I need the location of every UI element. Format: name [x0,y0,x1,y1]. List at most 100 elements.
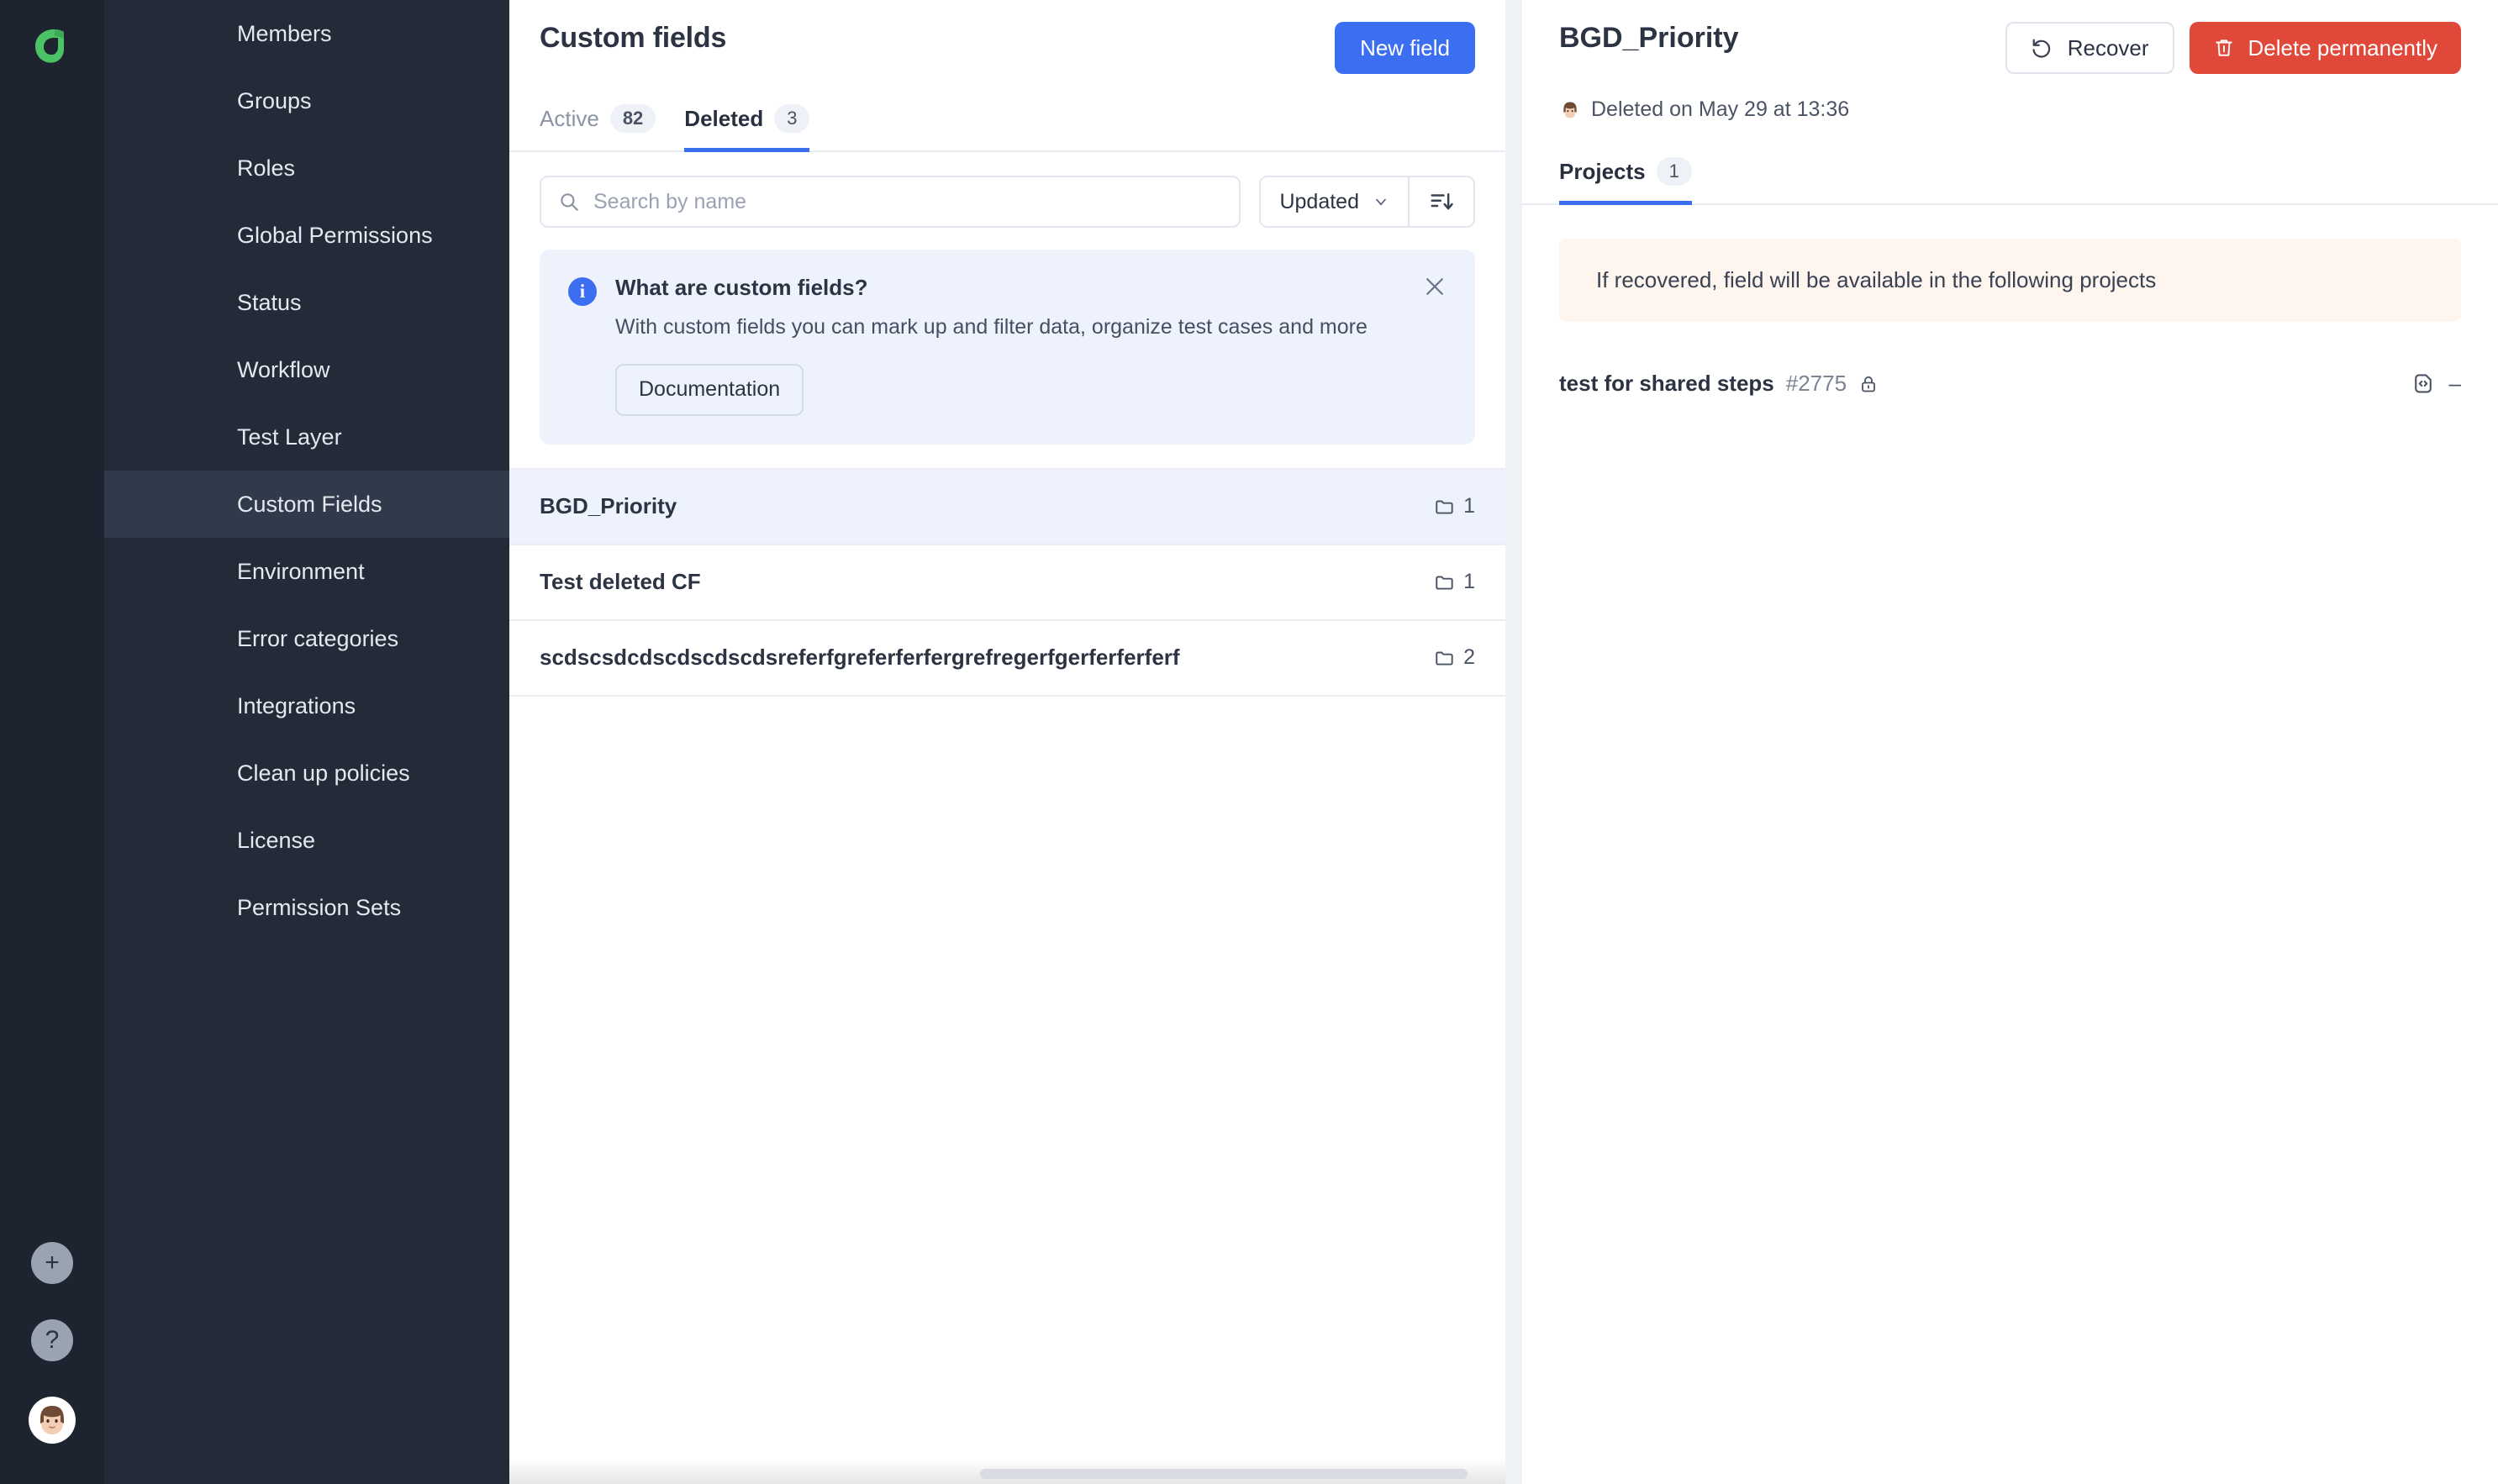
documentation-button[interactable]: Documentation [615,363,804,416]
sidebar-item-label: Roles [237,155,296,181]
sidebar-item-environment[interactable]: Environment [104,538,509,605]
app-root: + ? Members Groups Roles Global Permissi… [0,0,2498,1484]
tab-active[interactable]: Active 82 [540,104,656,152]
sidebar-item-groups[interactable]: Groups [104,67,509,134]
field-name: BGD_Priority [540,493,677,518]
settings-sidebar: Members Groups Roles Global Permissions … [104,0,509,1484]
code-field-icon [2411,371,2436,397]
info-banner-wrap: i What are custom fields? With custom fi… [509,250,1505,445]
custom-fields-panel: Custom fields New field Active 82 Delete… [509,0,1505,1484]
table-row[interactable]: Test deleted CF 1 [509,545,1505,621]
panel-header: Custom fields New field [509,0,1505,74]
folder-icon [1434,496,1456,518]
info-banner: i What are custom fields? With custom fi… [540,250,1475,445]
horizontal-scrollbar[interactable] [980,1469,1468,1479]
lock-icon [1858,374,1879,394]
list-item[interactable]: test for shared steps #2775 – [1559,371,2461,397]
detail-header: BGD_Priority Recover Delete permanently … [1522,0,2498,122]
detail-body: If recovered, field will be available in… [1522,205,2498,397]
project-name: test for shared steps [1559,371,1774,396]
detail-tab-bar: Projects 1 [1522,155,2498,205]
sidebar-item-label: Clean up policies [237,760,410,786]
search-icon [558,191,580,213]
app-logo[interactable] [25,18,79,72]
detail-title: BGD_Priority [1559,22,1739,54]
tab-deleted[interactable]: Deleted 3 [684,104,810,152]
tab-count-badge: 1 [1656,157,1692,186]
project-count: 1 [1434,494,1475,518]
avatar-icon [34,1402,71,1439]
tab-projects[interactable]: Projects 1 [1559,157,1692,205]
tab-count-badge: 82 [609,104,656,133]
folder-icon [1434,571,1456,593]
sidebar-item-roles[interactable]: Roles [104,134,509,202]
sidebar-item-label: Workflow [237,356,330,382]
delete-permanently-button[interactable]: Delete permanently [2189,22,2461,74]
sidebar-item-members[interactable]: Members [104,0,509,67]
sidebar-item-error-categories[interactable]: Error categories [104,605,509,672]
page-title: Custom fields [540,22,727,54]
logo-icon [35,29,64,63]
sidebar-item-label: Error categories [237,625,399,651]
add-icon[interactable]: + [31,1242,73,1284]
sort-select[interactable]: Updated [1261,177,1408,226]
deleted-meta-text: Deleted on May 29 at 13:36 [1591,97,1850,121]
sidebar-item-label: Integrations [237,692,356,718]
detail-title-row: BGD_Priority Recover Delete permanently [1559,22,2461,74]
sidebar-item-test-layer[interactable]: Test Layer [104,403,509,471]
sidebar-item-permission-sets[interactable]: Permission Sets [104,874,509,941]
sidebar-item-label: Environment [237,558,365,584]
sidebar-item-label: Groups [237,87,312,113]
help-icon[interactable]: ? [31,1319,73,1361]
icon-rail: + ? [0,0,104,1484]
info-banner-text: With custom fields you can mark up and f… [615,315,1368,339]
sidebar-item-label: Permission Sets [237,894,402,920]
recover-icon [2031,36,2054,60]
table-row[interactable]: BGD_Priority 1 [509,469,1505,545]
project-info: test for shared steps #2775 [1559,371,1879,397]
custom-fields-list: BGD_Priority 1 Test deleted CF 1 scdscsd… [509,467,1505,697]
search-box[interactable] [540,176,1241,228]
delete-label: Delete permanently [2248,34,2437,61]
close-icon[interactable] [1418,270,1452,303]
info-banner-title: What are custom fields? [615,275,868,300]
rail-bottom-group: + ? [0,1242,104,1444]
recover-button[interactable]: Recover [2005,22,2174,74]
project-count-value: 2 [1463,645,1475,669]
sidebar-item-status[interactable]: Status [104,269,509,336]
recover-note: If recovered, field will be available in… [1559,239,2461,322]
sidebar-item-label: Test Layer [237,424,342,450]
detail-actions: Recover Delete permanently [2005,22,2461,74]
new-field-button[interactable]: New field [1335,22,1475,74]
project-count-value: 1 [1463,494,1475,518]
info-banner-content: What are custom fields? With custom fiel… [615,275,1368,416]
sidebar-item-label: Members [237,20,332,46]
user-avatar-icon [1559,99,1581,121]
project-id: #2775 [1785,371,1847,396]
project-value-text: – [2448,371,2461,396]
sidebar-item-license[interactable]: License [104,807,509,874]
avatar-mini-icon [1563,102,1577,118]
folder-icon [1434,647,1456,669]
sort-direction-button[interactable] [1408,177,1473,226]
recover-label: Recover [2067,34,2149,61]
sidebar-item-clean-up-policies[interactable]: Clean up policies [104,739,509,807]
project-value: – [2411,371,2461,397]
sidebar-item-workflow[interactable]: Workflow [104,336,509,403]
sort-desc-icon [1429,189,1454,214]
project-count: 2 [1434,645,1475,670]
sort-select-label: Updated [1279,189,1359,213]
trash-icon [2213,37,2235,59]
chevron-down-icon [1373,193,1389,210]
sidebar-item-custom-fields[interactable]: Custom Fields [104,471,509,538]
filter-bar: Updated [509,152,1505,250]
sidebar-item-integrations[interactable]: Integrations [104,672,509,739]
avatar[interactable] [29,1397,76,1444]
sidebar-item-global-permissions[interactable]: Global Permissions [104,202,509,269]
search-input[interactable] [593,189,1223,214]
field-name: Test deleted CF [540,569,701,594]
sidebar-item-label: Status [237,289,302,315]
tab-label: Deleted [684,105,764,131]
table-row[interactable]: scdscsdcdscdscdscdsreferfgreferferfergre… [509,620,1505,697]
sidebar-item-label: Global Permissions [237,222,433,248]
